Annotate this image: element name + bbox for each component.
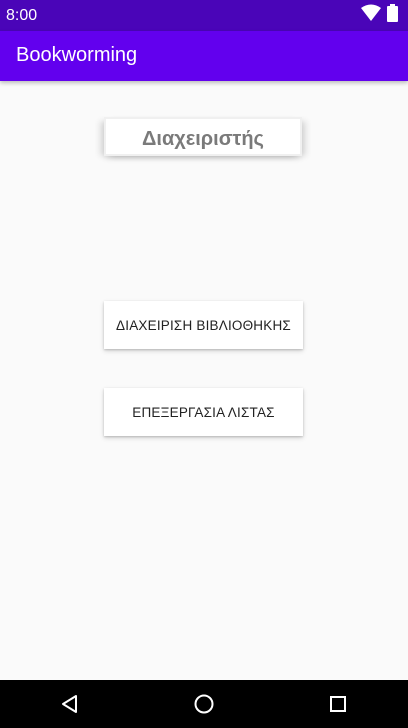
status-time: 8:00 (6, 7, 38, 24)
admin-heading-box: Διαχειριστής (106, 119, 300, 154)
app-bar: Bookworming (0, 31, 408, 81)
status-icons (361, 3, 398, 27)
home-icon[interactable] (192, 692, 216, 716)
wifi-icon (361, 4, 381, 27)
status-bar: 8:00 (0, 0, 408, 31)
manage-library-button[interactable]: ΔΙΑΧΕΙΡΙΣΗ ΒΙΒΛΙΟΘΗΚΗΣ (104, 301, 303, 349)
recents-icon[interactable] (326, 692, 350, 716)
app-title: Bookworming (16, 44, 138, 66)
battery-icon (387, 3, 398, 27)
main-content: Διαχειριστής ΔΙΑΧΕΙΡΙΣΗ ΒΙΒΛΙΟΘΗΚΗΣ ΕΠΕΞ… (0, 81, 408, 680)
page-title: Διαχειριστής (142, 127, 264, 150)
edit-list-button[interactable]: ΕΠΕΞΕΡΓΑΣΙΑ ΛΙΣΤΑΣ (104, 388, 303, 436)
back-icon[interactable] (58, 692, 82, 716)
navigation-bar (0, 680, 408, 728)
